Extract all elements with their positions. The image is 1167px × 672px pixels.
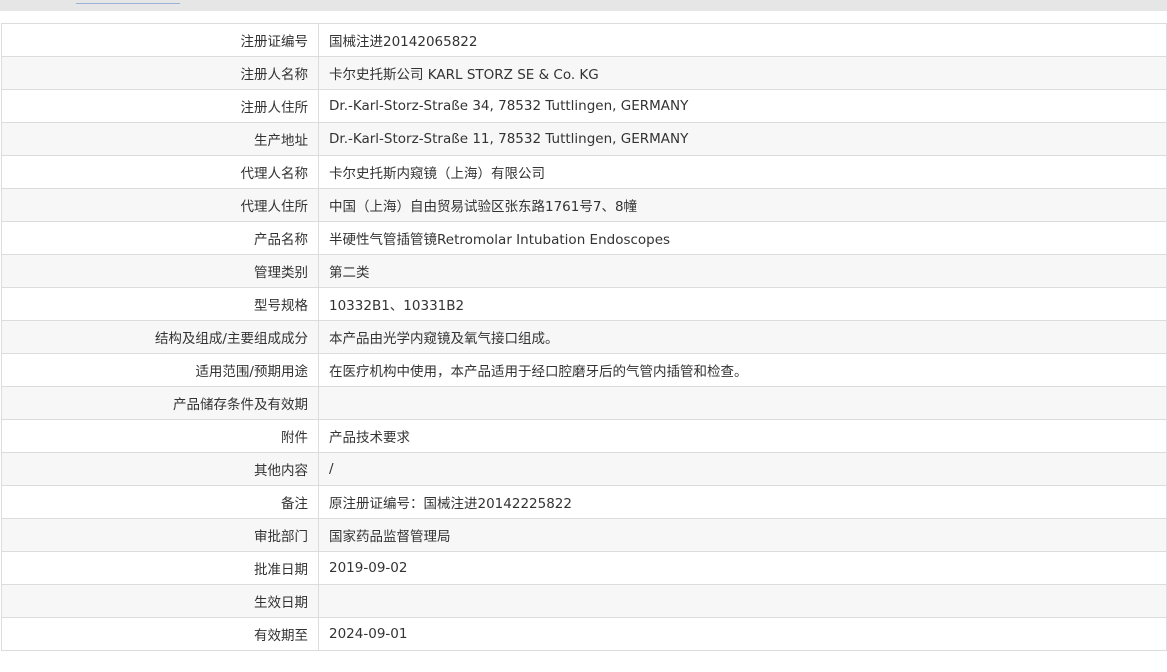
field-value: 在医疗机构中使用，本产品适用于经口腔磨牙后的气管内插管和检查。: [318, 353, 1167, 387]
table-row: 批准日期 2019-09-02: [1, 551, 1167, 585]
field-value: [318, 584, 1167, 618]
field-value: 本产品由光学内窥镜及氧气接口组成。: [318, 320, 1167, 354]
field-value: /: [318, 452, 1167, 486]
field-value: Dr.-Karl-Storz-Straße 34, 78532 Tuttling…: [318, 89, 1167, 123]
field-label: 生效日期: [1, 584, 319, 618]
field-value: 2019-09-02: [318, 551, 1167, 585]
field-label: 适用范围/预期用途: [1, 353, 319, 387]
field-value: 卡尔史托斯公司 KARL STORZ SE & Co. KG: [318, 56, 1167, 90]
field-label: 注册人名称: [1, 56, 319, 90]
table-row: 生产地址 Dr.-Karl-Storz-Straße 11, 78532 Tutt…: [1, 122, 1167, 156]
field-label: 代理人住所: [1, 188, 319, 222]
field-value: 国械注进20142065822: [318, 23, 1167, 57]
table-row: 审批部门 国家药品监督管理局: [1, 518, 1167, 552]
table-row: 型号规格 10332B1、10331B2: [1, 287, 1167, 321]
field-value: 中国（上海）自由贸易试验区张东路1761号7、8幢: [318, 188, 1167, 222]
field-value: 卡尔史托斯内窥镜（上海）有限公司: [318, 155, 1167, 189]
table-row: 其他内容 /: [1, 452, 1167, 486]
table-row: 生效日期: [1, 584, 1167, 618]
field-value: Dr.-Karl-Storz-Straße 11, 78532 Tuttling…: [318, 122, 1167, 156]
tab-edge: [76, 0, 180, 4]
field-label: 附件: [1, 419, 319, 453]
table-row: 结构及组成/主要组成成分 本产品由光学内窥镜及氧气接口组成。: [1, 320, 1167, 354]
field-label: 注册人住所: [1, 89, 319, 123]
field-label: 注册证编号: [1, 23, 319, 57]
field-label: 产品储存条件及有效期: [1, 386, 319, 420]
table-row: 适用范围/预期用途 在医疗机构中使用，本产品适用于经口腔磨牙后的气管内插管和检查。: [1, 353, 1167, 387]
field-value: 半硬性气管插管镜Retromolar Intubation Endoscopes: [318, 221, 1167, 255]
table-row: 有效期至 2024-09-01: [1, 617, 1167, 651]
field-label: 备注: [1, 485, 319, 519]
table-row: 注册人住所 Dr.-Karl-Storz-Straße 34, 78532 Tut…: [1, 89, 1167, 123]
field-label: 结构及组成/主要组成成分: [1, 320, 319, 354]
field-value: 国家药品监督管理局: [318, 518, 1167, 552]
field-label: 有效期至: [1, 617, 319, 651]
detail-table-body: 注册证编号 国械注进20142065822 注册人名称 卡尔史托斯公司 KARL S…: [1, 23, 1167, 651]
field-value: 2024-09-01: [318, 617, 1167, 651]
field-label: 管理类别: [1, 254, 319, 288]
field-label: 其他内容: [1, 452, 319, 486]
field-value: 原注册证编号：国械注进20142225822: [318, 485, 1167, 519]
table-row: 附件 产品技术要求: [1, 419, 1167, 453]
table-row: 注册证编号 国械注进20142065822: [1, 23, 1167, 57]
field-value: 产品技术要求: [318, 419, 1167, 453]
field-label: 代理人名称: [1, 155, 319, 189]
field-label: 批准日期: [1, 551, 319, 585]
table-row: 管理类别 第二类: [1, 254, 1167, 288]
table-row: 产品名称 半硬性气管插管镜Retromolar Intubation Endosc…: [1, 221, 1167, 255]
registration-detail-table: 注册证编号 国械注进20142065822 注册人名称 卡尔史托斯公司 KARL S…: [1, 23, 1167, 651]
field-value: 10332B1、10331B2: [318, 287, 1167, 321]
field-label: 产品名称: [1, 221, 319, 255]
field-label: 生产地址: [1, 122, 319, 156]
table-row: 代理人名称 卡尔史托斯内窥镜（上海）有限公司: [1, 155, 1167, 189]
top-tab-bar: [0, 0, 1167, 11]
table-row: 代理人住所 中国（上海）自由贸易试验区张东路1761号7、8幢: [1, 188, 1167, 222]
table-row: 注册人名称 卡尔史托斯公司 KARL STORZ SE & Co. KG: [1, 56, 1167, 90]
table-row: 备注 原注册证编号：国械注进20142225822: [1, 485, 1167, 519]
field-value: [318, 386, 1167, 420]
table-row: 产品储存条件及有效期: [1, 386, 1167, 420]
field-label: 型号规格: [1, 287, 319, 321]
field-label: 审批部门: [1, 518, 319, 552]
field-value: 第二类: [318, 254, 1167, 288]
